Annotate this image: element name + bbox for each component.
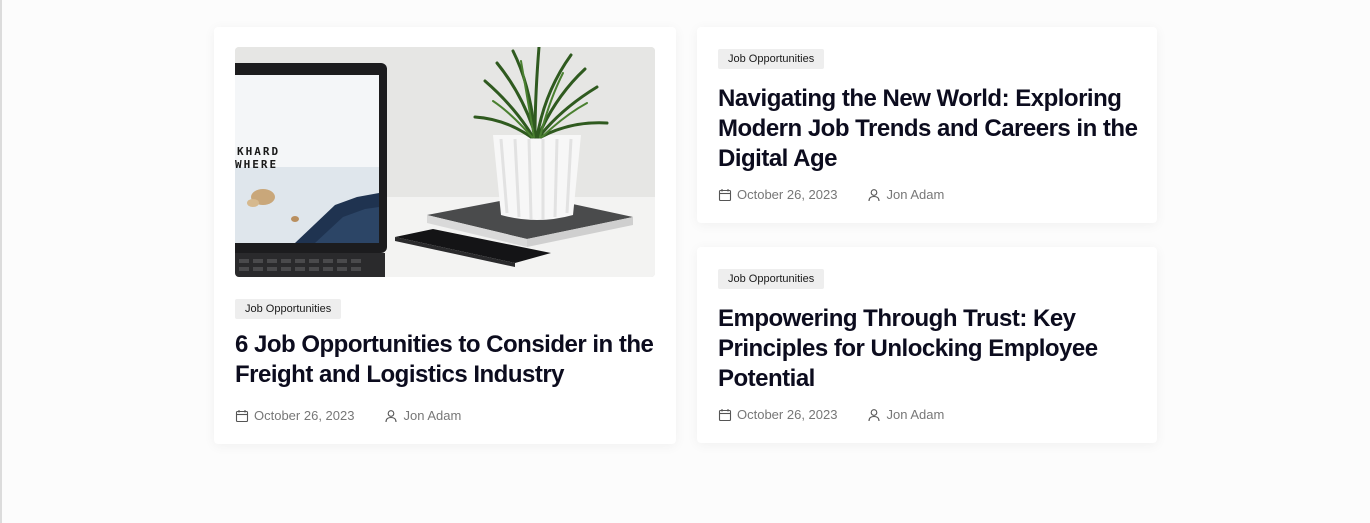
post-date: October 26, 2023 <box>718 407 837 422</box>
post-title[interactable]: Navigating the New World: Exploring Mode… <box>718 84 1138 174</box>
screen-text-line1: KHARD <box>237 145 280 158</box>
post-category-tag[interactable]: Job Opportunities <box>235 299 342 319</box>
featured-post-card[interactable]: KHARD WHERE Job Opportunities 6 Job Oppo… <box>214 27 676 444</box>
post-card[interactable]: Job Opportunities Navigating the New Wor… <box>697 27 1157 223</box>
user-icon <box>384 409 398 423</box>
post-card[interactable]: Job Opportunities Empowering Through Tru… <box>697 247 1157 443</box>
post-date-text: October 26, 2023 <box>254 408 355 423</box>
calendar-icon <box>235 409 249 423</box>
calendar-icon <box>718 408 732 422</box>
post-meta: October 26, 2023 Jon Adam <box>718 407 944 422</box>
post-category-tag[interactable]: Job Opportunities <box>718 49 825 69</box>
post-author[interactable]: Jon Adam <box>867 407 944 422</box>
post-meta: October 26, 2023 Jon Adam <box>718 187 944 202</box>
user-icon <box>867 408 881 422</box>
post-author[interactable]: Jon Adam <box>384 408 461 423</box>
post-author[interactable]: Jon Adam <box>867 187 944 202</box>
left-border <box>0 0 2 523</box>
post-author-text[interactable]: Jon Adam <box>886 187 944 202</box>
post-title[interactable]: Empowering Through Trust: Key Principles… <box>718 304 1138 394</box>
post-title[interactable]: 6 Job Opportunities to Consider in the F… <box>235 330 655 390</box>
post-author-text[interactable]: Jon Adam <box>403 408 461 423</box>
post-category-tag[interactable]: Job Opportunities <box>718 269 825 289</box>
post-date: October 26, 2023 <box>235 408 354 423</box>
post-date: October 26, 2023 <box>718 187 837 202</box>
featured-post-image[interactable]: KHARD WHERE <box>235 47 655 277</box>
screen-text-line2: WHERE <box>235 158 278 171</box>
post-date-text: October 26, 2023 <box>737 187 838 202</box>
calendar-icon <box>718 188 732 202</box>
post-meta: October 26, 2023 Jon Adam <box>235 408 461 423</box>
user-icon <box>867 188 881 202</box>
post-author-text[interactable]: Jon Adam <box>886 407 944 422</box>
post-date-text: October 26, 2023 <box>737 407 838 422</box>
